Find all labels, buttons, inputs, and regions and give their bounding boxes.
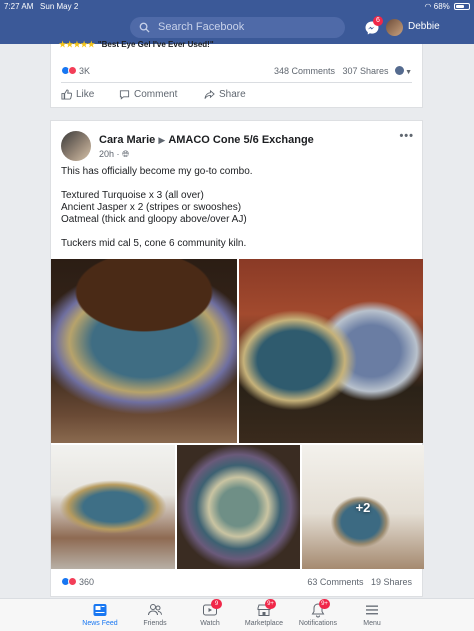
post-photo-4[interactable] <box>177 445 300 569</box>
more-options-icon[interactable]: ••• <box>399 130 414 142</box>
tab-notifications[interactable]: 9+ Notifications <box>288 599 348 627</box>
share-icon <box>204 89 215 99</box>
marketplace-icon: 9+ <box>256 599 276 618</box>
post-header: Cara Marie ▶ AMACO Cone 5/6 Exchange <box>99 134 314 146</box>
post-text-line <box>61 226 411 238</box>
tab-label: Menu <box>363 620 381 627</box>
rating-stars: ★★★★★ <box>59 40 95 49</box>
comment-icon <box>119 90 130 100</box>
user-avatar[interactable] <box>386 19 403 36</box>
love-reaction-icon <box>68 577 77 586</box>
tab-badge: 9+ <box>319 599 330 609</box>
comment-count[interactable]: 63 Comments <box>307 577 363 587</box>
post-text: This has officially become my go-to comb… <box>61 166 411 250</box>
chevron-down-icon[interactable]: ▼ <box>405 69 412 76</box>
comment-count[interactable]: 348 Comments <box>274 66 335 76</box>
top-bar: 7:27 AM Sun May 2 ◠ 68% Search Facebook … <box>0 0 474 44</box>
bottom-tab-bar: News Feed Friends 9 Watch 9+ Marketplace 9+ Not… <box>0 598 474 631</box>
status-bar: 7:27 AM Sun May 2 ◠ 68% <box>4 2 470 14</box>
post-photo-3[interactable] <box>51 445 175 569</box>
tab-watch[interactable]: 9 Watch <box>180 599 240 627</box>
share-button[interactable]: Share <box>204 89 246 100</box>
author-avatar[interactable] <box>61 131 91 161</box>
post-time[interactable]: 20h <box>99 149 114 159</box>
tab-marketplace[interactable]: 9+ Marketplace <box>234 599 294 627</box>
divider <box>61 82 412 83</box>
wifi-icon: ◠ <box>424 2 432 11</box>
messenger-badge: 6 <box>373 16 383 26</box>
reactions-row: 3K 348 Comments 307 Shares ▼ <box>61 66 412 80</box>
post-text-line: Ancient Jasper x 2 (stripes or swooshes) <box>61 202 242 213</box>
share-count[interactable]: 19 Shares <box>371 577 412 587</box>
watch-icon: 9 <box>202 599 222 618</box>
post-photo-1[interactable] <box>51 259 237 443</box>
more-photos-overlay[interactable]: +2 <box>302 445 424 569</box>
tab-label: Notifications <box>298 620 338 627</box>
battery-level <box>456 5 465 9</box>
friends-icon <box>147 602 163 618</box>
user-name[interactable]: Debbie <box>408 21 440 32</box>
status-date: Sun May 2 <box>40 2 79 11</box>
bell-icon: 9+ <box>310 599 330 618</box>
reaction-count: 3K <box>79 66 91 76</box>
reaction-count: 360 <box>79 577 95 587</box>
post-text-line: Oatmeal (thick and gloopy above/over AJ) <box>61 214 247 225</box>
reaction-summary[interactable]: 360 <box>61 577 94 587</box>
like-button[interactable]: Like <box>61 89 94 100</box>
post-text-line: Tuckers mid cal 5, cone 6 community kiln… <box>61 238 247 249</box>
reaction-summary[interactable]: 3K <box>61 66 90 76</box>
menu-icon <box>364 602 380 618</box>
battery-icon <box>454 3 470 11</box>
battery-percent: 68% <box>433 2 450 11</box>
tab-badge: 9+ <box>265 599 276 609</box>
post-photo-2[interactable] <box>239 259 423 443</box>
status-time: 7:27 AM <box>4 2 34 11</box>
post-text-line <box>61 178 411 190</box>
post-text-line: This has officially become my go-to comb… <box>61 166 253 177</box>
tab-label: News Feed <box>82 620 118 627</box>
tab-menu[interactable]: Menu <box>342 602 402 627</box>
messenger-button[interactable]: 6 <box>364 16 383 36</box>
tab-news-feed[interactable]: News Feed <box>70 602 130 627</box>
author-name[interactable]: Cara Marie <box>99 134 155 146</box>
reactions-row: 360 63 Comments 19 Shares <box>61 577 412 591</box>
post-card: Cara Marie ▶ AMACO Cone 5/6 Exchange 20h… <box>50 120 424 597</box>
search-placeholder: Search Facebook <box>158 21 245 33</box>
ad-post-card: ★★★★★ "Best Eye Gel I've Ever Used!" 3K 3… <box>50 40 423 108</box>
tab-label: Watch <box>200 620 220 627</box>
search-input[interactable]: Search Facebook <box>130 17 345 38</box>
tab-label: Marketplace <box>244 620 284 627</box>
love-reaction-icon <box>68 66 77 75</box>
tab-label: Friends <box>143 620 167 627</box>
share-count[interactable]: 307 Shares <box>343 66 389 76</box>
share-as-avatar[interactable] <box>395 66 405 75</box>
triangle-right-icon: ▶ <box>158 135 166 145</box>
group-name[interactable]: AMACO Cone 5/6 Exchange <box>168 134 313 146</box>
post-text-line: Textured Turquoise x 3 (all over) <box>61 190 204 201</box>
post-actions: Like Comment Share <box>51 89 422 107</box>
thumbs-up-icon <box>61 89 73 100</box>
ad-headline[interactable]: "Best Eye Gel I've Ever Used!" <box>98 40 214 49</box>
comment-button[interactable]: Comment <box>119 89 177 100</box>
news-feed-icon <box>92 602 108 618</box>
globe-icon: 🌐︎ <box>122 149 130 159</box>
search-icon <box>139 22 150 33</box>
tab-badge: 9 <box>211 599 222 609</box>
post-meta: 20h · 🌐︎ <box>99 149 130 159</box>
tab-friends[interactable]: Friends <box>125 602 185 627</box>
ad-headline-row: ★★★★★ "Best Eye Gel I've Ever Used!" <box>59 40 214 49</box>
